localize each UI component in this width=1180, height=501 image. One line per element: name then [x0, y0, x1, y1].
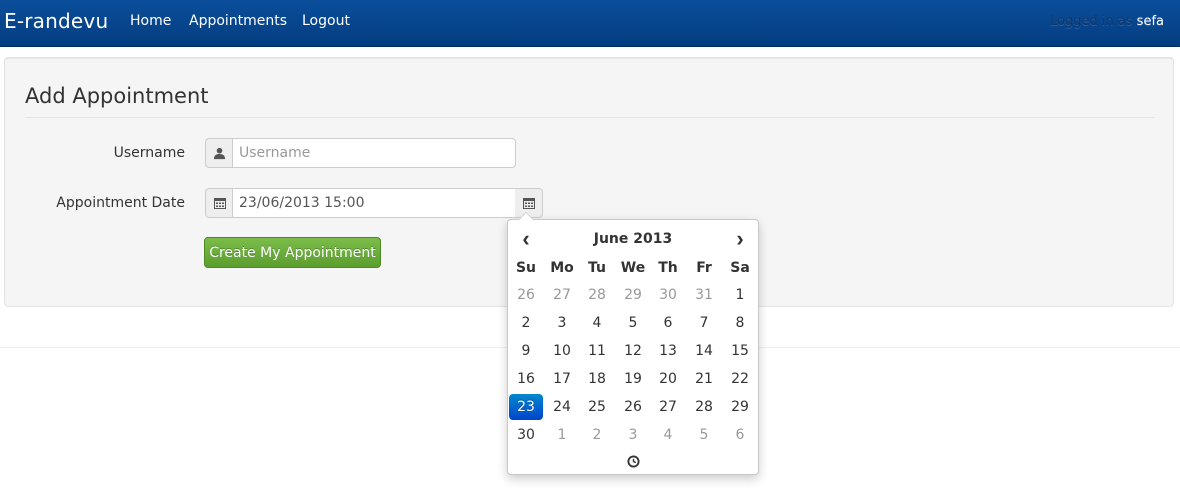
create-appointment-button[interactable]: Create My Appointment [204, 237, 381, 268]
brand-logo[interactable]: E-randevu [4, 9, 108, 33]
calendar-day[interactable]: 21 [687, 366, 721, 392]
nav-logout-link[interactable]: Logout [302, 13, 350, 29]
calendar-day[interactable]: 7 [687, 310, 721, 336]
appointment-date-input[interactable] [232, 188, 516, 218]
calendar-day[interactable]: 13 [651, 338, 685, 364]
form-legend: Add Appointment [25, 84, 209, 108]
calendar-day[interactable]: 12 [616, 338, 650, 364]
calendar-day[interactable]: 27 [651, 394, 685, 420]
calendar-day[interactable]: 4 [580, 310, 614, 336]
next-month-button[interactable]: › [722, 228, 758, 252]
username-label: Username [113, 145, 185, 161]
calendar-day[interactable]: 14 [687, 338, 721, 364]
nav-appointments-link[interactable]: Appointments [189, 13, 287, 29]
calendar-day[interactable]: 20 [651, 366, 685, 392]
calendar-day[interactable]: 30 [651, 282, 685, 308]
logged-in-prefix: Logged in as [1049, 14, 1133, 29]
nav-home-link[interactable]: Home [130, 13, 171, 29]
calendar-day[interactable]: 3 [545, 310, 579, 336]
calendar-day[interactable]: 9 [509, 338, 543, 364]
legend-divider [25, 117, 1155, 118]
weekday-header: We [620, 260, 646, 276]
calendar-day[interactable]: 16 [509, 366, 543, 392]
calendar-day[interactable]: 25 [580, 394, 614, 420]
calendar-day[interactable]: 17 [545, 366, 579, 392]
calendar-day[interactable]: 2 [580, 422, 614, 448]
clock-icon[interactable] [625, 453, 641, 469]
datepicker-caret-fill [519, 213, 533, 220]
weekday-header: Su [515, 260, 537, 276]
logged-in-username: sefa [1136, 14, 1164, 29]
appointment-date-label: Appointment Date [56, 195, 185, 211]
calendar-day[interactable]: 22 [723, 366, 757, 392]
datepicker-header: ‹ June 2013 › [508, 228, 758, 252]
weekday-header: Sa [730, 260, 750, 276]
calendar-day[interactable]: 24 [545, 394, 579, 420]
calendar-day[interactable]: 1 [545, 422, 579, 448]
calendar-day[interactable]: 15 [723, 338, 757, 364]
calendar-day[interactable]: 6 [723, 422, 757, 448]
calendar-day[interactable]: 2 [509, 310, 543, 336]
calendar-day[interactable]: 18 [580, 366, 614, 392]
calendar-day[interactable]: 26 [509, 282, 543, 308]
calendar-day[interactable]: 28 [580, 282, 614, 308]
navbar: E-randevu Home Appointments Logout Logge… [0, 0, 1180, 47]
calendar-day[interactable]: 11 [580, 338, 614, 364]
calendar-day[interactable]: 29 [616, 282, 650, 308]
calendar-day[interactable]: 28 [687, 394, 721, 420]
calendar-day[interactable]: 5 [687, 422, 721, 448]
calendar-day[interactable]: 10 [545, 338, 579, 364]
username-input[interactable] [232, 138, 516, 168]
calendar-day[interactable]: 29 [723, 394, 757, 420]
calendar-icon [205, 188, 233, 218]
month-switch[interactable]: June 2013 [544, 231, 722, 247]
weekday-header: Tu [588, 260, 606, 276]
weekday-header: Fr [696, 260, 712, 276]
calendar-day[interactable]: 3 [616, 422, 650, 448]
calendar-day[interactable]: 26 [616, 394, 650, 420]
datepicker-dropdown: ‹ June 2013 › Su Mo Tu We Th Fr Sa 26 27 28 29 30 31… [507, 212, 759, 475]
weekday-header: Mo [550, 260, 574, 276]
prev-month-button[interactable]: ‹ [508, 228, 544, 252]
calendar-day[interactable]: 5 [616, 310, 650, 336]
weekday-header: Th [658, 260, 678, 276]
calendar-day[interactable]: 6 [651, 310, 685, 336]
calendar-day[interactable]: 19 [616, 366, 650, 392]
calendar-day[interactable]: 27 [545, 282, 579, 308]
calendar-day-selected[interactable]: 23 [509, 394, 543, 420]
calendar-day[interactable]: 4 [651, 422, 685, 448]
calendar-day[interactable]: 30 [509, 422, 543, 448]
calendar-day[interactable]: 31 [687, 282, 721, 308]
logged-in-status: Logged in as sefa [1050, 14, 1164, 29]
calendar-day[interactable]: 1 [723, 282, 757, 308]
calendar-day[interactable]: 8 [723, 310, 757, 336]
user-icon [205, 138, 233, 168]
